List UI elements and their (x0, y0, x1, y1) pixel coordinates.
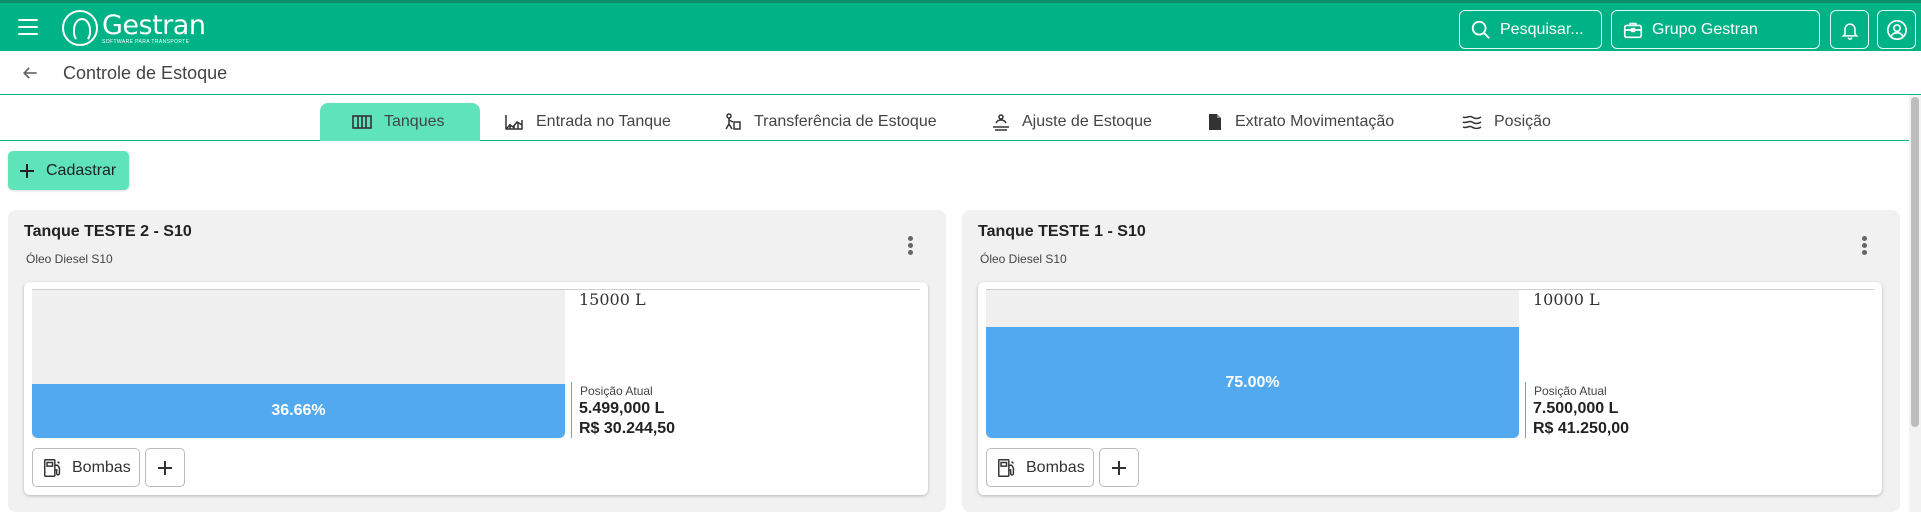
tab-extrato-movimentacao[interactable]: Extrato Movimentação (1207, 103, 1394, 141)
more-options-icon[interactable] (1862, 236, 1868, 256)
tab-label: Entrada no Tanque (536, 113, 671, 130)
bombas-button[interactable]: Bombas (986, 448, 1094, 487)
tank-entry-icon (505, 115, 523, 130)
logo-mark (62, 10, 98, 46)
fill-percent-label: 36.66% (271, 401, 326, 419)
add-pump-button[interactable] (1099, 448, 1139, 487)
fuel-pump-icon (998, 458, 1015, 477)
tab-ajuste-de-estoque[interactable]: Ajuste de Estoque (992, 103, 1152, 141)
logo-name: Gestran (102, 9, 206, 41)
tank-gauge: 75.00% (986, 290, 1519, 438)
notifications-button[interactable] (1830, 10, 1869, 49)
tank-card: Tanque TESTE 1 - S10 Óleo Diesel S10 75.… (962, 210, 1900, 512)
tab-label: Ajuste de Estoque (1022, 113, 1152, 130)
page-scrollbar[interactable] (1909, 95, 1921, 512)
plus-icon (20, 163, 34, 178)
back-arrow-icon[interactable] (20, 63, 40, 83)
tab-label: Posição (1494, 113, 1551, 130)
fill-percent-label: 75.00% (1225, 373, 1280, 391)
bombas-label: Bombas (72, 458, 131, 476)
position-value: R$ 30.244,50 (579, 420, 676, 437)
tank-panel: 75.00% 10000 L Posição Atual 7.500,000 L… (978, 282, 1882, 495)
bombas-label: Bombas (1026, 458, 1085, 476)
tab-posicao[interactable]: Posição (1462, 103, 1551, 141)
tab-tanques[interactable]: Tanques (320, 103, 480, 141)
bombas-button[interactable]: Bombas (32, 448, 140, 487)
bell-icon (1841, 22, 1858, 40)
tank-fill-level: 75.00% (986, 327, 1519, 438)
plus-icon (158, 460, 172, 475)
tank-fill-level: 36.66% (32, 383, 565, 438)
position-indicator-line (571, 382, 572, 438)
hamburger-menu-icon[interactable] (18, 19, 38, 35)
position-volume: 5.499,000 L (579, 400, 665, 417)
tank-gauge: 36.66% (32, 290, 565, 438)
waves-icon (1462, 115, 1482, 129)
tank-product: Óleo Diesel S10 (26, 252, 113, 266)
logo-tagline: SOFTWARE PARA TRANSPORTE (102, 38, 190, 45)
group-label: Grupo Gestran (1652, 20, 1758, 38)
user-avatar-icon (1886, 19, 1907, 40)
adjust-icon (993, 114, 1009, 131)
tank-capacity: 15000 L (579, 290, 646, 309)
document-icon (1209, 114, 1221, 130)
tab-transferencia-de-estoque[interactable]: Transferência de Estoque (724, 103, 937, 141)
scrollbar-thumb[interactable] (1911, 97, 1919, 427)
position-label: Posição Atual (1534, 384, 1607, 398)
plus-icon (1112, 460, 1126, 475)
cadastrar-label: Cadastrar (46, 161, 117, 179)
tab-label: Extrato Movimentação (1235, 113, 1395, 130)
position-volume: 7.500,000 L (1533, 400, 1619, 417)
position-indicator-line (1525, 382, 1526, 438)
search-button[interactable]: Pesquisar... (1459, 10, 1602, 49)
cadastrar-button[interactable]: Cadastrar (8, 151, 129, 190)
tab-bar: Tanques Entrada no Tanque Transferência … (0, 103, 1910, 141)
search-label: Pesquisar... (1500, 20, 1584, 38)
top-app-bar: Gestran SOFTWARE PARA TRANSPORTE Pesquis… (0, 0, 1921, 51)
tank-name: Tanque TESTE 1 - S10 (978, 223, 1146, 240)
tank-product: Óleo Diesel S10 (980, 252, 1067, 266)
tank-name: Tanque TESTE 2 - S10 (24, 223, 192, 240)
user-account-button[interactable] (1877, 10, 1916, 49)
search-icon (1471, 20, 1490, 39)
tank-card: Tanque TESTE 2 - S10 Óleo Diesel S10 36.… (8, 210, 946, 512)
tab-label: Tanques (384, 113, 445, 130)
fuel-pump-icon (44, 458, 61, 477)
briefcase-icon (1623, 22, 1643, 38)
transfer-icon (725, 113, 741, 130)
tab-label: Transferência de Estoque (754, 113, 937, 130)
position-label: Posição Atual (580, 384, 653, 398)
position-value: R$ 41.250,00 (1533, 420, 1630, 437)
breadcrumb-bar: Controle de Estoque (0, 51, 1921, 95)
add-pump-button[interactable] (145, 448, 185, 487)
more-options-icon[interactable] (908, 236, 914, 256)
tab-entrada-no-tanque[interactable]: Entrada no Tanque (504, 103, 671, 141)
tank-capacity: 10000 L (1533, 290, 1600, 309)
gestran-logo[interactable]: Gestran SOFTWARE PARA TRANSPORTE (62, 9, 206, 47)
group-selector-button[interactable]: Grupo Gestran (1611, 10, 1820, 49)
page-title: Controle de Estoque (63, 63, 228, 83)
tank-panel: 36.66% 15000 L Posição Atual 5.499,000 L… (24, 282, 928, 495)
tank-icon (352, 115, 372, 129)
